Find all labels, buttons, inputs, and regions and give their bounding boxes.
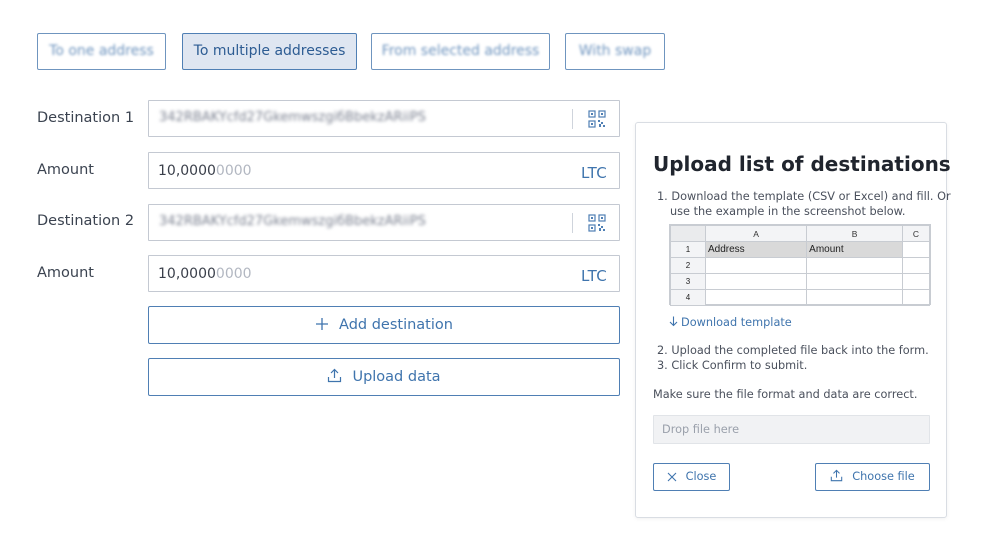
choose-file-label: Choose file — [852, 470, 915, 483]
sheet-cell — [901, 289, 931, 306]
amount-1-value: 10,00000000 — [158, 163, 252, 179]
sheet-row-number: 2 — [670, 257, 706, 274]
sheet-column-header: A — [704, 225, 808, 242]
sheet-column-header: C — [901, 225, 931, 242]
drop-file-placeholder: Drop file here — [662, 423, 740, 436]
close-button[interactable]: Close — [653, 463, 730, 491]
upload-icon — [328, 368, 342, 383]
step-1-line-2: use the example in the screenshot below. — [670, 205, 906, 218]
sheet-cell — [806, 257, 903, 274]
tab-to-multiple-addresses[interactable]: To multiple addresses — [182, 33, 357, 70]
tab-label: To one address — [49, 43, 154, 59]
tab-label: With swap — [578, 43, 652, 59]
amount-2-placeholder: 0000 — [215, 266, 252, 282]
download-template-label: Download template — [681, 316, 792, 329]
amount-2-label: Amount — [37, 265, 94, 281]
field-divider — [572, 213, 573, 233]
close-label: Close — [685, 470, 717, 483]
amount-1-placeholder: 0000 — [215, 163, 252, 179]
sheet-cell: Address — [704, 241, 808, 258]
tab-from-selected-address[interactable]: From selected address — [371, 33, 550, 70]
tab-label: From selected address — [381, 43, 540, 59]
format-note: Make sure the file format and data are c… — [653, 388, 918, 401]
tab-label: To multiple addresses — [193, 43, 346, 59]
qr-code-icon[interactable] — [588, 214, 606, 232]
destination-1-label: Destination 1 — [37, 110, 135, 126]
field-divider — [572, 109, 573, 129]
amount-1-label: Amount — [37, 162, 94, 178]
amount-2-value: 10,00000000 — [158, 266, 252, 282]
add-destination-button[interactable]: Add destination — [148, 306, 620, 344]
destination-2-value: 342RBAKYcfd27GkemwszgiбBbekzARiiPS — [159, 214, 426, 229]
sheet-corner — [670, 225, 706, 242]
step-3: 3. Click Confirm to submit. — [657, 359, 808, 372]
destination-2-label: Destination 2 — [37, 213, 135, 229]
amount-2-input[interactable]: 10,00000000 LTC — [148, 255, 620, 292]
sheet-column-header: B — [806, 225, 903, 242]
sheet-cell — [704, 257, 808, 274]
destination-1-input[interactable]: 342RBAKYcfd27GkemwszgiбBbekzARiiPS — [148, 100, 620, 137]
amount-1-input[interactable]: 10,00000000 LTC — [148, 152, 620, 189]
sheet-cell: Amount — [806, 241, 903, 258]
drop-file-zone[interactable]: Drop file here — [653, 415, 930, 444]
destination-2-input[interactable]: 342RBAKYcfd27GkemwszgiбBbekzARiiPS — [148, 204, 620, 241]
add-destination-label: Add destination — [339, 317, 453, 333]
upload-data-button[interactable]: Upload data — [148, 358, 620, 396]
step-1-line-1: 1. Download the template (CSV or Excel) … — [657, 190, 951, 203]
amount-2-number: 10,0000 — [158, 266, 216, 282]
template-example-sheet: A B C 1 Address Amount 2 3 4 — [669, 224, 931, 306]
sheet-cell — [704, 289, 808, 306]
plus-icon — [316, 318, 329, 330]
sheet-cell — [901, 273, 931, 290]
sheet-cell — [806, 273, 903, 290]
destination-1-value: 342RBAKYcfd27GkemwszgiбBbekzARiiPS — [159, 110, 426, 125]
sheet-row-number: 1 — [670, 241, 706, 258]
qr-code-icon[interactable] — [588, 110, 606, 128]
upload-destinations-panel: Upload list of destinations 1. Download … — [635, 122, 951, 518]
amount-1-number: 10,0000 — [158, 163, 216, 179]
currency-label: LTC — [581, 267, 607, 285]
choose-file-button[interactable]: Choose file — [815, 463, 930, 491]
tab-to-one-address[interactable]: To one address — [37, 33, 166, 70]
currency-label: LTC — [581, 164, 607, 182]
upload-data-label: Upload data — [352, 369, 441, 385]
sheet-row-number: 4 — [670, 289, 706, 306]
close-icon — [667, 472, 676, 482]
sheet-cell — [806, 289, 903, 306]
sheet-cell — [704, 273, 808, 290]
sheet-cell — [901, 257, 931, 274]
sheet-row-number: 3 — [670, 273, 706, 290]
panel-title: Upload list of destinations — [653, 152, 951, 176]
download-arrow-icon — [669, 316, 678, 327]
tab-with-swap[interactable]: With swap — [565, 33, 665, 70]
upload-icon — [831, 469, 843, 482]
sheet-cell — [901, 241, 931, 258]
download-template-link[interactable]: Download template — [669, 316, 792, 329]
step-2: 2. Upload the completed file back into t… — [657, 344, 929, 357]
